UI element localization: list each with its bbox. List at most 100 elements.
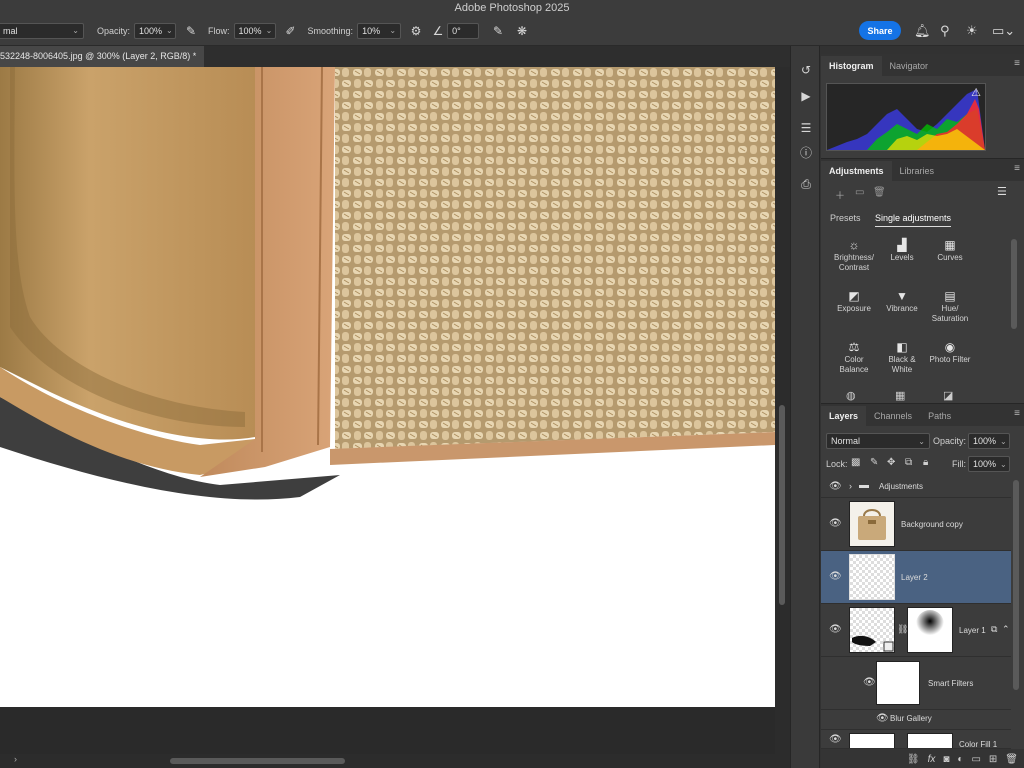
smart-filter-mask-thumbnail[interactable]	[876, 661, 920, 705]
tab-libraries[interactable]: Libraries	[892, 161, 943, 181]
lock-artboard-icon[interactable]: ⧉	[905, 457, 912, 468]
eye-icon[interactable]: 👁︎	[829, 734, 842, 745]
new-group-icon[interactable]: ▭	[971, 754, 980, 765]
chevron-right-icon[interactable]: ›	[849, 481, 852, 491]
flow-dropdown[interactable]: 100% ⌄	[233, 22, 276, 39]
color-lookup-icon[interactable]: ▦	[895, 389, 905, 402]
invert-icon[interactable]: ◪	[943, 389, 953, 402]
smoothing-label: Smoothing:	[307, 25, 354, 36]
fill-dropdown[interactable]: 100% ⌄	[968, 456, 1010, 472]
search-icon[interactable]: ⚲	[940, 21, 950, 40]
folder-icon[interactable]: ▭	[855, 187, 864, 198]
layer-1-thumbnail-image	[852, 635, 894, 652]
canvas-vertical-scrollbar[interactable]	[775, 67, 790, 754]
link-layers-icon[interactable]: ⛓	[907, 754, 920, 765]
lock-all-icon[interactable]: 🔒︎	[923, 457, 928, 468]
eye-icon[interactable]: 👁︎	[829, 624, 842, 635]
layer-opacity-label: Opacity:	[933, 436, 967, 446]
panel-menu-icon[interactable]: ≡	[1014, 408, 1020, 419]
subtab-presets[interactable]: Presets	[830, 213, 861, 223]
share-button[interactable]: Share	[859, 21, 901, 40]
layer-blend-mode-dropdown[interactable]: Normal ⌄	[826, 433, 930, 449]
info-icon[interactable]: ⓘ	[796, 142, 816, 162]
layer-effects-icon[interactable]: fx	[928, 754, 936, 765]
layer-row-adjustments-group[interactable]: 👁︎ › ▬ Adjustments	[821, 476, 1011, 498]
adjustment-curves[interactable]: ▦ Curves	[922, 237, 978, 263]
layer-row-layer-2[interactable]: 👁︎ Layer 2	[821, 551, 1011, 604]
panel-menu-icon[interactable]: ≡	[1014, 163, 1020, 174]
trash-icon[interactable]: 🗑︎	[1005, 754, 1018, 765]
layer-name: Adjustments	[879, 482, 924, 491]
canvas-horizontal-scrollbar[interactable]: ›	[0, 754, 790, 768]
airbrush-icon[interactable]: ✐	[282, 22, 300, 40]
hue-saturation-icon: ▤	[944, 289, 956, 303]
tab-channels[interactable]: Channels	[866, 406, 920, 426]
list-view-icon[interactable]: ☰	[997, 185, 1007, 198]
add-adjustment-icon[interactable]: ＋	[835, 187, 845, 202]
workspace-icon[interactable]: ▭⌄	[992, 21, 1015, 40]
lock-position-icon[interactable]: ✥	[887, 457, 895, 468]
chevron-right-icon[interactable]: ›	[14, 754, 17, 764]
channel-mixer-icon[interactable]: ◍	[846, 389, 856, 402]
angle-input[interactable]: 0°	[447, 22, 480, 39]
eye-icon[interactable]: 👁︎	[829, 571, 842, 582]
layers-scroll-thumb[interactable]	[1013, 480, 1019, 690]
opacity-dropdown[interactable]: 100% ⌄	[134, 22, 177, 39]
trash-icon[interactable]: 🗑︎	[873, 187, 886, 198]
flow-label: Flow:	[208, 25, 230, 36]
subtab-single-adjustments[interactable]: Single adjustments	[875, 213, 952, 227]
symmetry-icon[interactable]: ❋	[513, 22, 531, 40]
scroll-thumb[interactable]	[779, 405, 785, 605]
lock-transparent-icon[interactable]: ▩	[851, 457, 860, 468]
panel-icon-strip: ↺ ▶ ☰ ⓘ ⎙	[790, 46, 820, 768]
layers-panel: Layers Channels Paths ≡ Normal ⌄ Opacity:…	[821, 403, 1024, 768]
chevron-up-icon[interactable]: ⌃	[1002, 624, 1010, 635]
chevron-down-icon: ⌄	[166, 26, 173, 35]
lock-pixels-icon[interactable]: ✎	[870, 457, 878, 468]
discover-lightbulb-icon[interactable]: ☀	[966, 21, 978, 40]
histogram-panel: Histogram Navigator ≡ ⚠	[821, 54, 1024, 158]
folder-icon: ▬	[859, 480, 869, 491]
properties-sliders-icon[interactable]: ☰	[796, 118, 816, 138]
histogram-tab-row: Histogram Navigator ≡	[821, 54, 1024, 76]
tab-navigator[interactable]: Navigator	[882, 56, 937, 76]
new-layer-icon[interactable]: ⊞	[989, 754, 997, 765]
adjustments-scroll-thumb[interactable]	[1011, 239, 1017, 329]
add-mask-icon[interactable]: ◙	[943, 754, 949, 765]
tab-paths[interactable]: Paths	[920, 406, 959, 426]
gear-icon[interactable]: ⚙	[407, 22, 425, 40]
clone-source-icon[interactable]: ⎙	[796, 174, 816, 194]
history-icon[interactable]: ↺	[796, 60, 816, 80]
document-tab[interactable]: 532248-8006405.jpg @ 300% (Layer 2, RGB/…	[0, 46, 205, 67]
pressure-size-icon[interactable]: ✎	[489, 22, 507, 40]
pressure-opacity-icon[interactable]: ✎	[182, 22, 200, 40]
layer-row-layer-1[interactable]: 👁︎ ⛓ Layer 1 ⧉ ⌃	[821, 604, 1011, 657]
document-canvas[interactable]	[0, 67, 775, 707]
chevron-down-icon: ⌄	[265, 26, 273, 35]
adjustment-photo-filter[interactable]: ◉ Photo Filter	[922, 339, 978, 365]
panel-menu-icon[interactable]: ≡	[1014, 58, 1020, 69]
eye-icon[interactable]: 👁︎	[829, 481, 842, 492]
play-actions-icon[interactable]: ▶	[796, 86, 816, 106]
layer-mask-thumbnail[interactable]	[907, 607, 953, 653]
blend-mode-dropdown[interactable]: mal ⌄	[0, 22, 84, 39]
eye-icon[interactable]: 👁︎	[829, 518, 842, 529]
scroll-thumb[interactable]	[170, 758, 345, 764]
tab-histogram[interactable]: Histogram	[821, 56, 882, 76]
eye-icon[interactable]: 👁︎	[876, 713, 889, 724]
layer-row-background-copy[interactable]: 👁︎ Background copy	[821, 498, 1011, 551]
eye-icon[interactable]: 👁︎	[863, 677, 876, 688]
tab-adjustments[interactable]: Adjustments	[821, 161, 892, 181]
layer-opacity-dropdown[interactable]: 100% ⌄	[968, 433, 1010, 449]
layer-row-smart-filters[interactable]: 👁︎ Smart Filters	[821, 657, 1011, 710]
adjustment-layer-icon[interactable]: ◐	[957, 754, 963, 765]
adjustment-hue-saturation[interactable]: ▤ Hue/Saturation	[922, 288, 978, 324]
tab-layers[interactable]: Layers	[821, 406, 867, 426]
smoothing-dropdown[interactable]: 10% ⌄	[357, 22, 402, 39]
adjustments-subtabs: Presets Single adjustments	[821, 209, 1011, 229]
layer-mask-thumbnail[interactable]	[907, 733, 953, 748]
layer-row-color-fill-1[interactable]: 👁︎ Color Fill 1	[821, 730, 1011, 749]
notifications-icon[interactable]: 🔔︎	[914, 21, 931, 40]
layer-row-blur-gallery[interactable]: 👁︎ Blur Gallery	[821, 710, 1011, 730]
warning-icon[interactable]: ⚠	[971, 86, 981, 99]
